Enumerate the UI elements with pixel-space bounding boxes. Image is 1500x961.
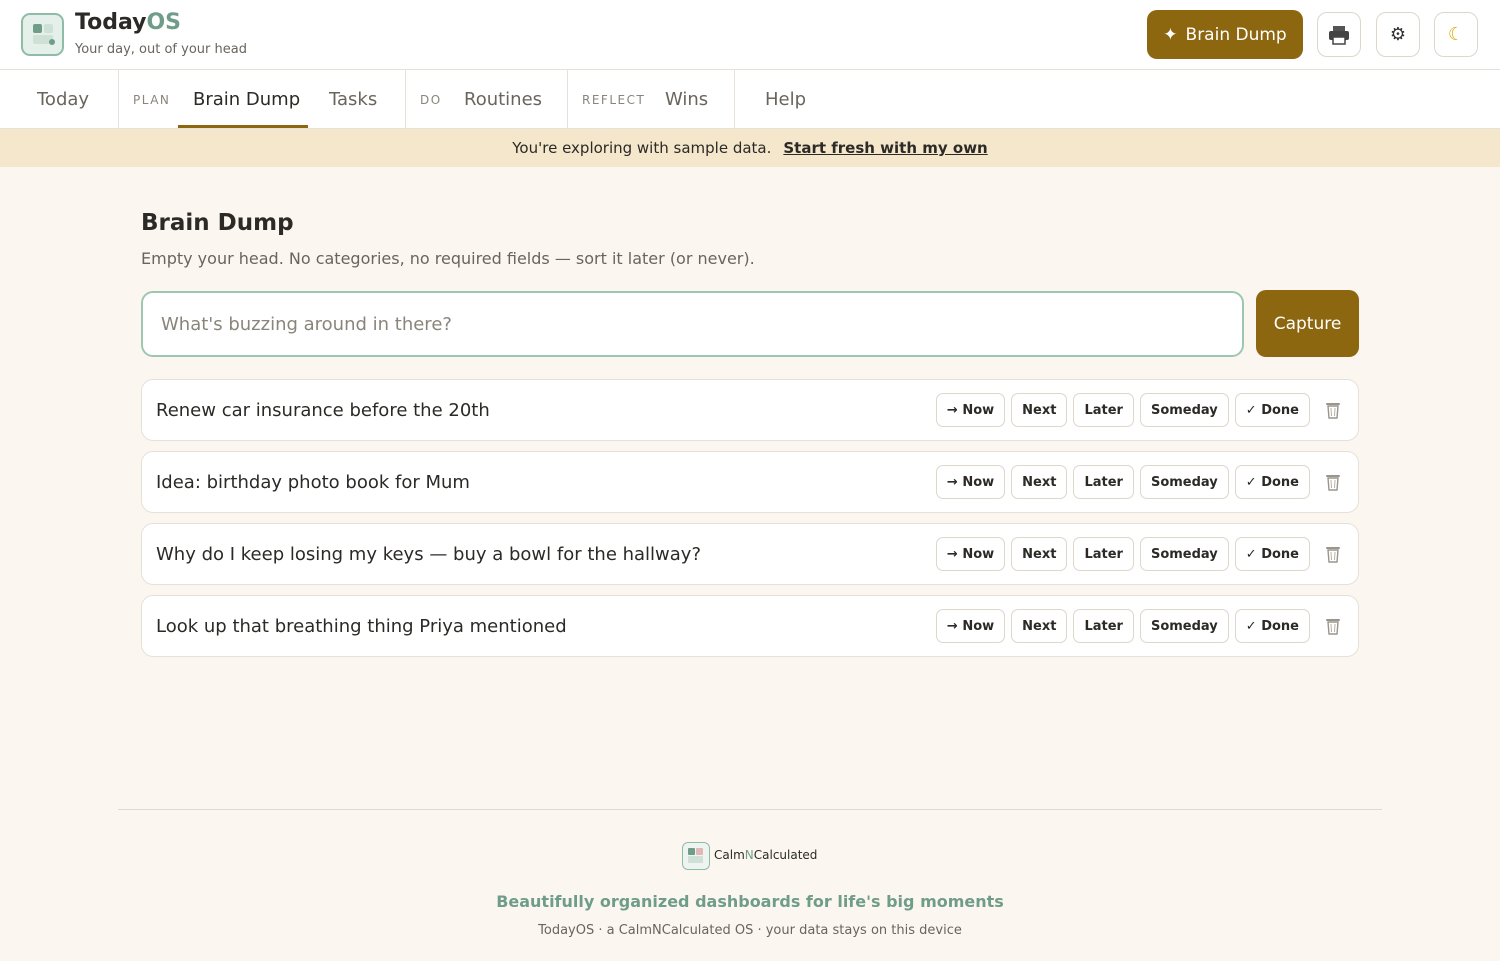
banner-text: You're exploring with sample data.	[512, 139, 772, 157]
list-item: Renew car insurance before the 20th → Now…	[141, 379, 1359, 441]
list-item-actions: → Now Next Later Someday ✓ Done	[935, 393, 1346, 427]
list-item: Look up that breathing thing Priya menti…	[141, 595, 1359, 657]
brain-dump-input[interactable]	[141, 291, 1244, 357]
move-someday-button[interactable]: Someday	[1139, 393, 1229, 427]
move-someday-button[interactable]: Someday	[1139, 609, 1229, 643]
tab-today[interactable]: Today	[37, 70, 89, 129]
calmncalculated-logo-icon	[682, 842, 710, 870]
trash-icon	[1326, 403, 1340, 419]
tab-brain-dump[interactable]: Brain Dump	[193, 70, 300, 129]
app-tagline: Your day, out of your head	[75, 42, 247, 57]
move-later-button[interactable]: Later	[1073, 537, 1134, 571]
start-fresh-link[interactable]: Start fresh with my own	[783, 139, 987, 157]
list-item: Idea: birthday photo book for Mum → Now Ne…	[141, 451, 1359, 513]
brain-dump-button-label: Brain Dump	[1185, 24, 1287, 45]
theme-toggle-button[interactable]: ☾	[1434, 12, 1478, 57]
app-header: TodayOS Your day, out of your head ✦ Bra…	[0, 0, 1500, 70]
list-item-actions: → Now Next Later Someday ✓ Done	[935, 465, 1346, 499]
mark-done-button[interactable]: ✓ Done	[1234, 465, 1310, 499]
trash-icon	[1326, 547, 1340, 563]
tab-wins[interactable]: Wins	[665, 70, 708, 129]
sparkle-icon: ✦	[1163, 24, 1178, 45]
brain-dump-button[interactable]: ✦ Brain Dump	[1147, 10, 1303, 59]
tab-help[interactable]: Help	[765, 70, 806, 129]
move-next-button[interactable]: Next	[1011, 393, 1068, 427]
delete-button[interactable]	[1320, 465, 1346, 499]
settings-button[interactable]: ⚙	[1376, 12, 1420, 57]
list-item-text[interactable]: Renew car insurance before the 20th	[156, 380, 490, 440]
capture-button[interactable]: Capture	[1256, 290, 1359, 357]
active-tab-indicator	[178, 125, 308, 128]
page-subtitle: Empty your head. No categories, no requi…	[141, 249, 755, 268]
move-someday-button[interactable]: Someday	[1139, 465, 1229, 499]
move-now-button[interactable]: → Now	[935, 393, 1006, 427]
mark-done-button[interactable]: ✓ Done	[1234, 537, 1310, 571]
move-next-button[interactable]: Next	[1011, 465, 1068, 499]
app-title: TodayOS	[75, 10, 182, 35]
footer-brand: CalmNCalculated	[714, 848, 818, 862]
list-item-actions: → Now Next Later Someday ✓ Done	[935, 537, 1346, 571]
printer-icon	[1329, 25, 1349, 45]
move-now-button[interactable]: → Now	[935, 537, 1006, 571]
nav-group-do: DO	[420, 92, 442, 107]
move-now-button[interactable]: → Now	[935, 465, 1006, 499]
tab-routines[interactable]: Routines	[464, 70, 542, 129]
tab-tasks[interactable]: Tasks	[329, 70, 377, 129]
moon-icon: ☾	[1447, 24, 1465, 45]
mark-done-button[interactable]: ✓ Done	[1234, 609, 1310, 643]
trash-icon	[1326, 619, 1340, 635]
page-title: Brain Dump	[141, 210, 294, 236]
delete-button[interactable]	[1320, 609, 1346, 643]
move-next-button[interactable]: Next	[1011, 537, 1068, 571]
list-item-text[interactable]: Look up that breathing thing Priya menti…	[156, 596, 567, 656]
move-later-button[interactable]: Later	[1073, 393, 1134, 427]
gear-icon: ⚙	[1389, 24, 1407, 45]
move-later-button[interactable]: Later	[1073, 465, 1134, 499]
list-item-text[interactable]: Why do I keep losing my keys — buy a bow…	[156, 524, 701, 584]
footer-tagline: Beautifully organized dashboards for lif…	[496, 892, 1004, 911]
nav-group-reflect: REFLECT	[582, 92, 646, 107]
main-nav: Today PLAN Brain Dump Tasks DO Routines …	[0, 70, 1500, 129]
sample-data-banner: You're exploring with sample data. Start…	[0, 129, 1500, 167]
app-logo-icon	[21, 13, 64, 56]
footer-meta: TodayOS · a CalmNCalculated OS · your da…	[538, 923, 962, 938]
mark-done-button[interactable]: ✓ Done	[1234, 393, 1310, 427]
list-item-actions: → Now Next Later Someday ✓ Done	[935, 609, 1346, 643]
footer-divider	[118, 809, 1382, 810]
list-item-text[interactable]: Idea: birthday photo book for Mum	[156, 452, 470, 512]
move-now-button[interactable]: → Now	[935, 609, 1006, 643]
trash-icon	[1326, 475, 1340, 491]
move-someday-button[interactable]: Someday	[1139, 537, 1229, 571]
move-later-button[interactable]: Later	[1073, 609, 1134, 643]
delete-button[interactable]	[1320, 393, 1346, 427]
nav-group-plan: PLAN	[133, 92, 171, 107]
list-item: Why do I keep losing my keys — buy a bow…	[141, 523, 1359, 585]
delete-button[interactable]	[1320, 537, 1346, 571]
print-button[interactable]	[1317, 12, 1361, 57]
move-next-button[interactable]: Next	[1011, 609, 1068, 643]
